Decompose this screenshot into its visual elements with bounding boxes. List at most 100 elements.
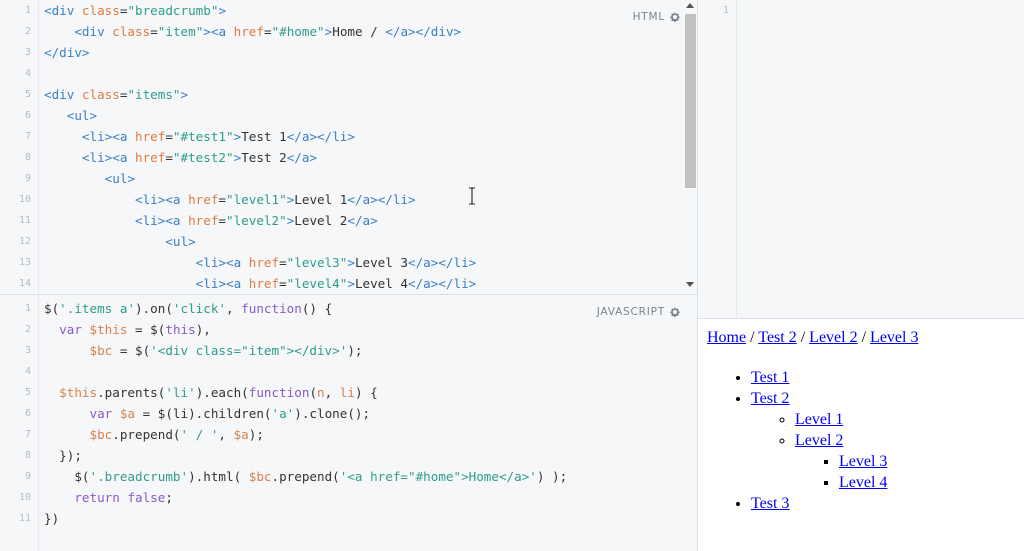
- line-number: 8: [24, 450, 31, 461]
- code-line[interactable]: 4: [0, 361, 697, 382]
- code-line[interactable]: 2 var $this = $(this),: [0, 319, 697, 340]
- javascript-pane-label[interactable]: JAVASCRIPT: [597, 306, 681, 318]
- breadcrumb-link-level2[interactable]: Level 2: [809, 329, 857, 346]
- code-line[interactable]: 4: [0, 63, 697, 84]
- code-token: =: [279, 255, 287, 270]
- code-line[interactable]: 7 $bc.prepend(' / ', $a);: [0, 424, 697, 445]
- code-line[interactable]: 1: [698, 0, 1024, 21]
- code-token: >: [347, 255, 355, 270]
- line-number: 3: [24, 47, 31, 58]
- code-token: >: [218, 3, 227, 18]
- code-token: =: [263, 24, 272, 39]
- code-token: <ul>: [66, 108, 98, 123]
- javascript-editor-pane[interactable]: 1 $('.items a').on('click', function() {2…: [0, 294, 697, 551]
- code-token: "items": [127, 87, 181, 102]
- code-token: function: [248, 385, 310, 400]
- code-token: href: [188, 213, 219, 228]
- code-token: var: [59, 322, 82, 337]
- code-token: <ul>: [165, 234, 196, 249]
- code-line[interactable]: 2 <div class="item"><a href="#home">Home…: [0, 21, 697, 42]
- code-text: $bc.prepend(' / ', $a);: [44, 424, 264, 445]
- code-token: ).html(: [188, 469, 249, 484]
- code-line[interactable]: 1 $('.items a').on('click', function() {: [0, 298, 697, 319]
- code-line[interactable]: 5 $this.parents('li').each(function(n, l…: [0, 382, 697, 403]
- code-token: Level 4: [354, 276, 409, 291]
- code-text: <ul>: [44, 231, 196, 252]
- code-line[interactable]: 14 <li><a href="level4">Level 4</a></li>: [0, 273, 697, 294]
- html-scrollbar[interactable]: [683, 0, 696, 294]
- code-line[interactable]: 10 return false;: [0, 487, 697, 508]
- link-level3[interactable]: Level 3: [839, 453, 887, 470]
- code-token: </a></li>: [286, 129, 355, 144]
- code-token: ,: [324, 385, 340, 400]
- breadcrumb-separator: /: [800, 329, 806, 346]
- gear-icon[interactable]: [669, 306, 681, 318]
- code-line[interactable]: 8 <li><a href="#test2">Test 2</a>: [0, 147, 697, 168]
- code-line[interactable]: 5 <div class="items">: [0, 84, 697, 105]
- breadcrumb-link-home[interactable]: Home: [707, 329, 746, 346]
- gear-icon[interactable]: [669, 11, 681, 23]
- code-line[interactable]: 9 $('.breadcrumb').html( $bc.prepend('<a…: [0, 466, 697, 487]
- link-level4[interactable]: Level 4: [839, 474, 887, 491]
- code-line[interactable]: 10 <li><a href="level1">Level 1</a></li>: [0, 189, 697, 210]
- html-pane-label[interactable]: HTML: [633, 11, 681, 23]
- list-item: Test 1: [751, 367, 918, 388]
- code-token: <div: [44, 87, 82, 102]
- line-number: 1: [722, 5, 729, 16]
- code-line[interactable]: 7 <li><a href="#test1">Test 1</a></li>: [0, 126, 697, 147]
- link-test3[interactable]: Test 3: [751, 495, 789, 512]
- code-line[interactable]: 3 $bc = $('<div class="item"></div>');: [0, 340, 697, 361]
- code-text: <ul>: [44, 168, 135, 189]
- code-token: Level 2: [294, 213, 348, 228]
- code-token: );: [248, 427, 264, 442]
- code-line[interactable]: 13 <li><a href="level3">Level 3</a></li>: [0, 252, 697, 273]
- code-token: href: [233, 24, 264, 39]
- code-line[interactable]: 9 <ul>: [0, 168, 697, 189]
- html-editor-pane[interactable]: 1 <div class="breadcrumb"> 2 <div class="i…: [0, 0, 697, 294]
- link-test1[interactable]: Test 1: [751, 369, 789, 386]
- code-token: Test 2: [241, 150, 287, 165]
- code-token: =: [218, 192, 227, 207]
- list-item: Test 3: [751, 493, 918, 514]
- code-line[interactable]: 11}): [0, 508, 697, 529]
- code-token: <li><a: [135, 213, 189, 228]
- nested-list: Level 1 Level 2 Level 3 Level 4: [751, 409, 918, 493]
- code-token: ><a: [203, 24, 234, 39]
- code-token: ).clone();: [294, 406, 371, 421]
- breadcrumb-separator: /: [750, 329, 755, 346]
- code-token: );: [347, 343, 363, 358]
- code-token: <li><a: [81, 129, 135, 144]
- code-token: '.items a': [59, 301, 135, 316]
- code-token: $bc: [248, 469, 272, 484]
- code-text: <li><a href="#test2">Test 2</a>: [44, 147, 317, 168]
- code-token: () {: [301, 301, 333, 316]
- code-token: "#test1": [172, 129, 234, 144]
- code-line[interactable]: 12 <ul>: [0, 231, 697, 252]
- code-line[interactable]: 6 var $a = $(li).children('a').clone();: [0, 403, 697, 424]
- breadcrumb-link-test2[interactable]: Test 2: [758, 329, 796, 346]
- link-level2[interactable]: Level 2: [795, 432, 843, 449]
- code-token: = $(: [127, 322, 166, 337]
- line-number: 6: [24, 408, 31, 419]
- code-token: (: [309, 385, 318, 400]
- code-token: href: [248, 255, 280, 270]
- code-line[interactable]: 11 <li><a href="level2">Level 2</a>: [0, 210, 697, 231]
- code-line[interactable]: 8 });: [0, 445, 697, 466]
- scroll-down-arrow-icon[interactable]: [686, 282, 694, 287]
- code-line[interactable]: 1 <div class="breadcrumb">: [0, 0, 697, 21]
- scroll-up-arrow-icon[interactable]: [686, 3, 694, 8]
- code-line[interactable]: 3 </div>: [0, 42, 697, 63]
- code-token: "level1": [226, 192, 287, 207]
- link-level1[interactable]: Level 1: [795, 411, 843, 428]
- list-item: Level 4: [839, 472, 918, 493]
- code-token: '<a href="#home">Home</a>': [339, 469, 537, 484]
- scroll-thumb[interactable]: [685, 14, 696, 188]
- breadcrumb-link-level3[interactable]: Level 3: [870, 329, 918, 346]
- link-test2[interactable]: Test 2: [751, 390, 789, 407]
- code-line[interactable]: 6 <ul>: [0, 105, 697, 126]
- css-editor-pane[interactable]: 1: [697, 0, 1024, 318]
- code-text: <li><a href="level4">Level 4</a></li>: [44, 273, 477, 294]
